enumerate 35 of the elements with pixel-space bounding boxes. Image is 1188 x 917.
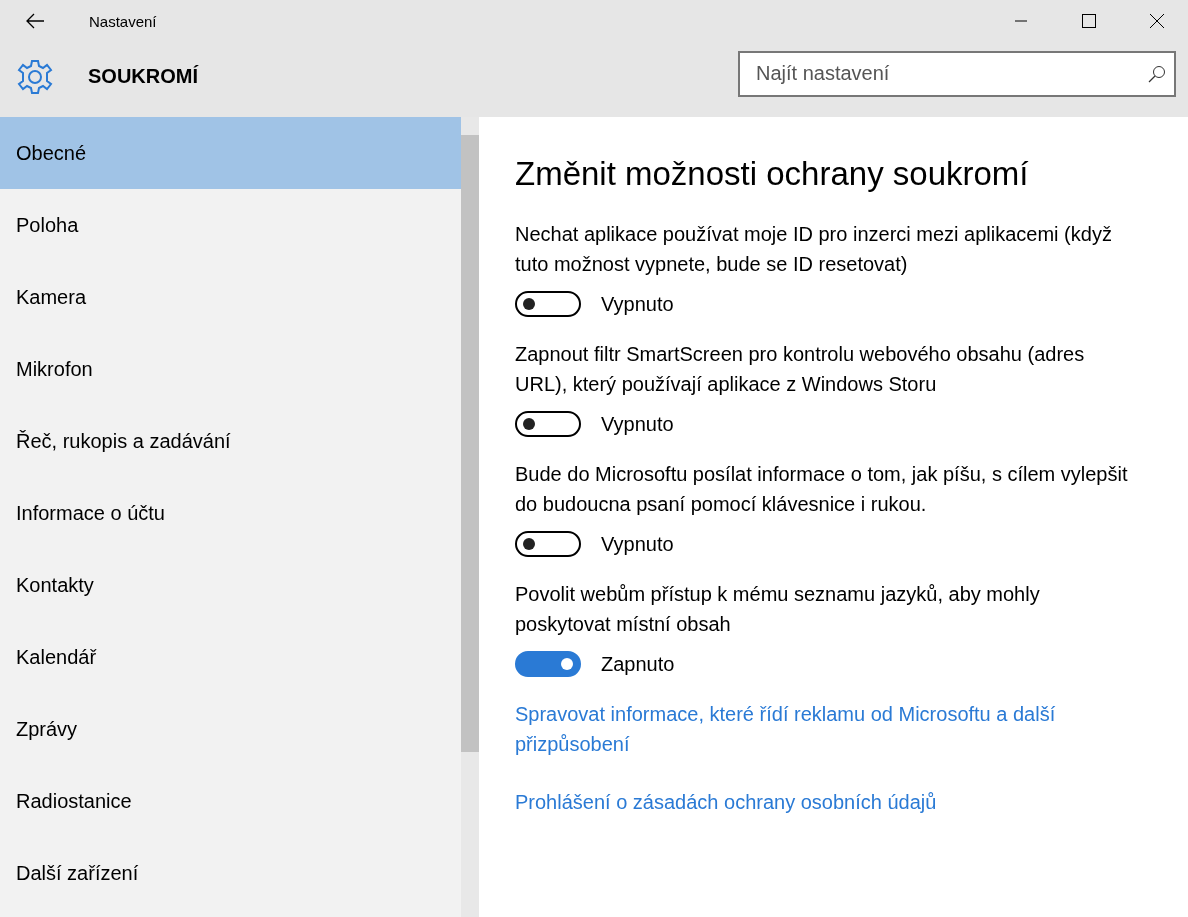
sidebar-item[interactable]: Řeč, rukopis a zadávání xyxy=(0,405,461,477)
sidebar-item[interactable]: Mikrofon xyxy=(0,333,461,405)
back-icon[interactable] xyxy=(25,13,45,29)
setting-description: Zapnout filtr SmartScreen pro kontrolu webového obsahu (adres URL), který používají aplikace z Windows Storu xyxy=(515,342,1086,397)
sidebar-item[interactable]: Další zařízení xyxy=(0,837,461,909)
link[interactable]: Prohlášení o zásadách ochrany osobních údajů xyxy=(515,787,1165,817)
toggle-state-label: Vypnuto xyxy=(601,292,674,316)
toggle-switch[interactable] xyxy=(515,411,581,437)
search-icon xyxy=(1148,64,1166,83)
close-icon[interactable] xyxy=(1150,14,1164,28)
sidebar-item[interactable]: Informace o účtu xyxy=(0,477,461,549)
toggle-state-label: Vypnuto xyxy=(601,412,674,436)
setting-description: Nechat aplikace používat moje ID pro inzerci mezi aplikacemi (když tuto možnost vypnete, bude se ID resetovat) xyxy=(515,222,1113,277)
sidebar-item[interactable]: Kamera xyxy=(0,261,461,333)
toggle-state-label: Zapnuto xyxy=(601,652,675,676)
toggle-switch[interactable] xyxy=(515,651,581,677)
search-field[interactable]: Najít nastavení xyxy=(738,50,1176,97)
maximize-icon[interactable] xyxy=(1082,14,1096,28)
link[interactable]: Spravovat informace, které řídí reklamu od Microsoftu a další přizpůsobení xyxy=(515,699,1165,759)
toggle-switch[interactable] xyxy=(515,531,581,557)
sidebar-item[interactable]: Radiostanice xyxy=(0,765,461,837)
sidebar-item[interactable]: Kalendář xyxy=(0,621,461,693)
sidebar-item[interactable]: Obecné xyxy=(0,117,461,189)
setting-description: Bude do Microsoftu posílat informace o tom, jak píšu, s cílem vylepšit do budoucna psaní pomocí klávesnice i rukou. xyxy=(515,462,1129,517)
gear-icon xyxy=(17,58,53,95)
toggle-switch[interactable] xyxy=(515,291,581,317)
window-title: Nastavení xyxy=(89,12,157,30)
toggle-state-label: Vypnuto xyxy=(601,532,674,556)
setting-description: Povolit webům přístup k mému seznamu jazyků, aby mohly poskytovat místní obsah xyxy=(515,582,1041,637)
sidebar-item[interactable]: Poloha xyxy=(0,189,461,261)
page-title: SOUKROMÍ xyxy=(88,65,198,88)
sidebar-item[interactable]: Zprávy xyxy=(0,693,461,765)
scrollbar-thumb[interactable] xyxy=(461,135,479,752)
sidebar-item[interactable]: Kontakty xyxy=(0,549,461,621)
section-heading: Změnit možnosti ochrany soukromí xyxy=(515,155,1030,193)
